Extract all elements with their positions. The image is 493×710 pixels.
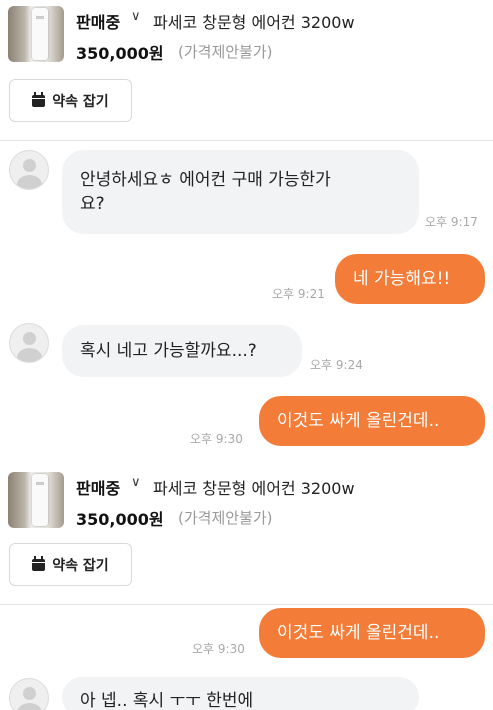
chevron-down-icon[interactable]: ∨	[131, 475, 141, 490]
message-bubble-incoming: 아 넵.. 혹시 ㅜㅜ 한번에	[62, 677, 419, 710]
message-time: 오후 9:30	[192, 642, 245, 656]
message-bubble-outgoing: 이것도 싸게 올린건데..	[259, 608, 485, 658]
product-price: 350,000원	[76, 510, 164, 529]
avatar-icon[interactable]	[9, 323, 49, 363]
product-title: 파세코 창문형 에어컨 3200w	[153, 479, 355, 498]
message-time: 오후 9:17	[425, 215, 478, 229]
message-text: 요?	[80, 194, 105, 214]
message-bubble-outgoing: 네 가능해요!!	[335, 254, 485, 304]
message-text: 안녕하세요ㅎ 에어컨 구매 가능한가	[80, 170, 331, 190]
product-header[interactable]: 판매중 ∨ 파세코 창문형 에어컨 3200w 350,000원 (가격제안불가…	[0, 466, 493, 542]
calendar-icon	[32, 91, 46, 107]
avatar-icon[interactable]	[9, 150, 49, 190]
avatar-icon[interactable]	[9, 678, 49, 710]
message-text: 이것도 싸게 올린건데..	[277, 411, 440, 431]
message-text: 네 가능해요!!	[353, 269, 451, 289]
product-price: 350,000원	[76, 44, 164, 63]
product-header[interactable]: 판매중 ∨ 파세코 창문형 에어컨 3200w 350,000원 (가격제안불가…	[0, 0, 493, 76]
message-text: 혹시 네고 가능할까요...?	[80, 341, 257, 361]
divider	[0, 140, 493, 141]
sale-status[interactable]: 판매중	[76, 475, 120, 499]
message-text: 아 넵.. 혹시 ㅜㅜ 한번에	[80, 691, 254, 710]
product-title: 파세코 창문형 에어컨 3200w	[153, 13, 355, 32]
message-time: 오후 9:21	[272, 287, 325, 301]
appointment-label: 약속 잡기	[52, 557, 109, 574]
product-thumbnail[interactable]	[8, 472, 64, 528]
chevron-down-icon[interactable]: ∨	[131, 9, 141, 24]
message-bubble-incoming: 혹시 네고 가능할까요...?	[62, 325, 302, 377]
product-thumbnail[interactable]	[8, 6, 64, 62]
sale-status[interactable]: 판매중	[76, 9, 120, 33]
message-bubble-incoming: 안녕하세요ㅎ 에어컨 구매 가능한가 요?	[62, 150, 419, 234]
appointment-label: 약속 잡기	[52, 93, 109, 110]
price-note: (가격제안불가)	[178, 43, 273, 61]
divider	[0, 604, 493, 605]
message-time: 오후 9:24	[310, 358, 363, 372]
message-bubble-outgoing: 이것도 싸게 올린건데..	[259, 396, 485, 446]
message-time: 오후 9:30	[190, 432, 243, 446]
message-text: 이것도 싸게 올린건데..	[277, 623, 440, 643]
make-appointment-button[interactable]: 약속 잡기	[9, 543, 132, 586]
make-appointment-button[interactable]: 약속 잡기	[9, 79, 132, 122]
calendar-icon	[32, 555, 46, 571]
price-note: (가격제안불가)	[178, 509, 273, 527]
